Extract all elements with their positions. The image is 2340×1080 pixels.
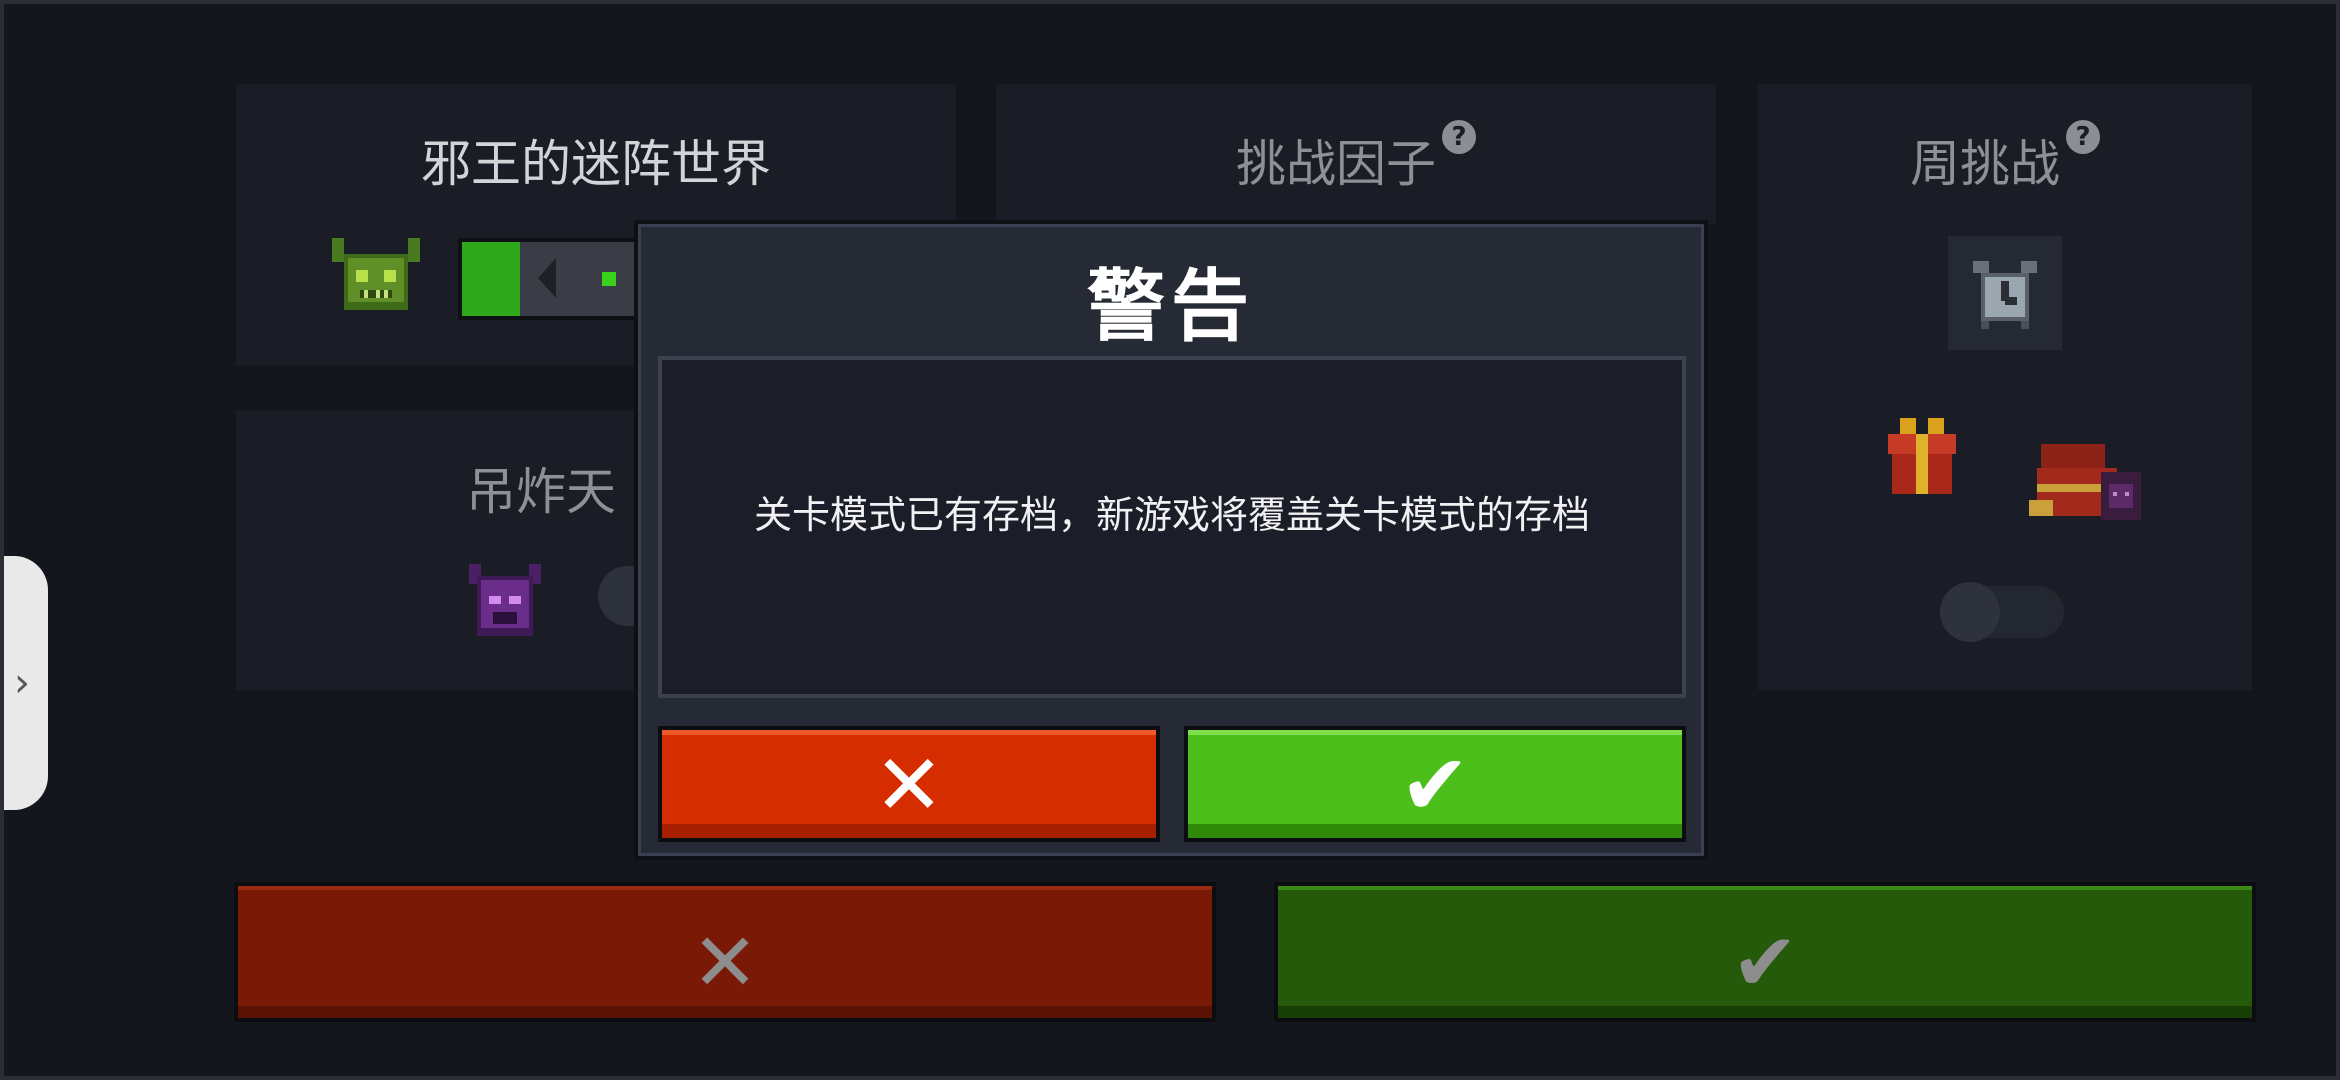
slider-dot-icon xyxy=(602,272,616,286)
message-box: 关卡模式已有存档，新游戏将覆盖关卡模式的存档 xyxy=(658,356,1686,698)
check-icon: ✔ xyxy=(1399,736,1471,834)
challenge-factor-panel: 挑战因子? xyxy=(996,84,1716,224)
side-panel-handle[interactable]: › xyxy=(0,556,48,810)
weekly-challenge-title: 周挑战? xyxy=(1758,120,2252,196)
dialog-message: 关卡模式已有存档，新游戏将覆盖关卡模式的存档 xyxy=(753,493,1590,537)
alarm-clock-button[interactable] xyxy=(1948,236,2062,350)
chevron-right-icon: › xyxy=(14,660,30,706)
toggle-knob xyxy=(1940,582,2000,642)
dialog-title: 警告 xyxy=(1086,262,1255,352)
challenge-factor-title: 挑战因子? xyxy=(996,120,1716,196)
gift-box-icon xyxy=(1888,418,1956,494)
purple-demon-icon xyxy=(469,564,541,636)
evil-king-title: 邪王的迷阵世界 xyxy=(421,135,771,193)
warning-dialog: 警告 关卡模式已有存档，新游戏将覆盖关卡模式的存档 ✕ ✔ xyxy=(634,220,1708,860)
treasure-chest-icon xyxy=(2029,444,2141,520)
dialog-confirm-button[interactable]: ✔ xyxy=(1184,726,1686,842)
cancel-button[interactable]: ✕ xyxy=(234,882,1216,1022)
help-icon[interactable]: ? xyxy=(1442,120,1476,154)
help-icon[interactable]: ? xyxy=(2066,120,2100,154)
dialog-cancel-button[interactable]: ✕ xyxy=(658,726,1160,842)
close-icon: ✕ xyxy=(691,916,759,1009)
alarm-clock-icon xyxy=(1973,261,2037,329)
close-icon: ✕ xyxy=(873,736,945,834)
check-icon: ✔ xyxy=(1731,916,1799,1009)
green-demon-icon xyxy=(332,238,420,310)
slider-fill xyxy=(462,242,520,316)
difficulty-slider[interactable] xyxy=(458,238,658,320)
weekly-challenge-panel: 周挑战? xyxy=(1758,84,2252,690)
confirm-button[interactable]: ✔ xyxy=(1274,882,2256,1022)
slider-left-arrow-icon[interactable] xyxy=(538,258,556,298)
weekly-toggle[interactable] xyxy=(1940,582,2064,642)
